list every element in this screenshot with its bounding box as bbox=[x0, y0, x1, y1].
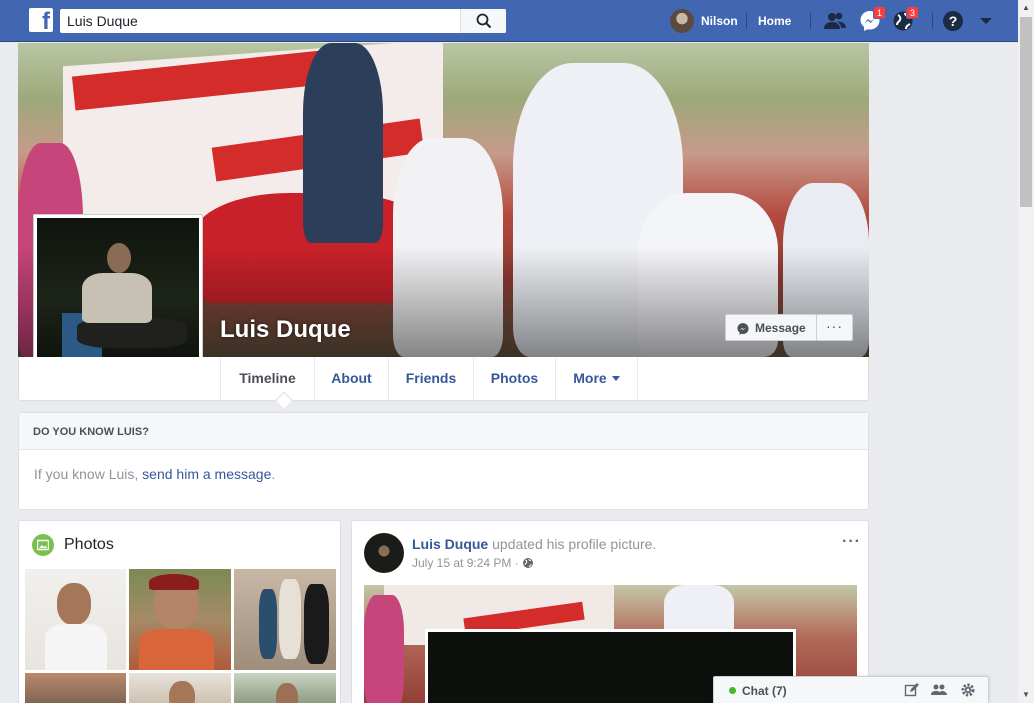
tab-friends[interactable]: Friends bbox=[388, 357, 473, 400]
globe-icon[interactable] bbox=[522, 557, 534, 569]
scroll-thumb[interactable] bbox=[1020, 17, 1032, 207]
search-icon bbox=[476, 13, 492, 29]
post-author-link[interactable]: Luis Duque bbox=[412, 536, 488, 552]
post-meta: July 15 at 9:24 PM · bbox=[412, 556, 534, 570]
messenger-icon bbox=[737, 323, 749, 335]
chat-label[interactable]: Chat (7) bbox=[742, 684, 787, 698]
nav-divider bbox=[932, 13, 933, 29]
tab-more[interactable]: More bbox=[555, 357, 638, 400]
do-you-know-prefix: If you know Luis, bbox=[34, 466, 143, 482]
facebook-logo-icon[interactable]: f bbox=[29, 8, 53, 34]
search-input[interactable] bbox=[60, 9, 458, 33]
chat-settings-gear-icon[interactable] bbox=[960, 682, 976, 698]
photo-thumbnail[interactable] bbox=[129, 569, 231, 670]
chat-sidebar-bar[interactable]: Chat (7) bbox=[713, 676, 989, 703]
photos-card: Photos bbox=[18, 520, 341, 703]
do-you-know-title: DO YOU KNOW LUIS? bbox=[19, 413, 868, 450]
post-author-avatar[interactable] bbox=[364, 533, 404, 573]
notifications-globe-icon[interactable]: 3 bbox=[891, 6, 919, 33]
post-timestamp[interactable]: July 15 at 9:24 PM bbox=[412, 556, 511, 570]
photos-icon bbox=[32, 534, 54, 556]
photos-title[interactable]: Photos bbox=[64, 536, 114, 554]
post-action-text: updated his profile picture. bbox=[488, 536, 657, 552]
post-options-button[interactable]: ··· bbox=[842, 533, 861, 551]
help-icon[interactable]: ? bbox=[941, 9, 965, 33]
do-you-know-card: DO YOU KNOW LUIS? If you know Luis, send… bbox=[18, 412, 869, 510]
scroll-down-arrow-icon[interactable]: ▼ bbox=[1018, 687, 1034, 703]
message-button[interactable]: Message bbox=[725, 314, 817, 341]
create-group-icon[interactable] bbox=[931, 682, 947, 698]
profile-head bbox=[107, 243, 131, 273]
search-button[interactable] bbox=[460, 9, 506, 33]
profile-tab-bar: Timeline About Friends Photos More bbox=[18, 357, 869, 409]
profile-options-button[interactable]: ··· bbox=[816, 314, 853, 341]
tab-about[interactable]: About bbox=[314, 357, 388, 400]
friend-requests-icon[interactable] bbox=[823, 9, 847, 33]
page-scrollbar[interactable]: ▲ ▼ bbox=[1018, 0, 1034, 703]
photo-thumbnail[interactable] bbox=[25, 673, 126, 703]
user-name-link[interactable]: Nilson bbox=[701, 14, 738, 28]
online-status-dot bbox=[729, 687, 736, 694]
photo-thumbnail[interactable] bbox=[129, 673, 231, 703]
profile-shirt bbox=[82, 273, 152, 323]
photo-thumbnail[interactable] bbox=[25, 569, 126, 670]
tab-timeline[interactable]: Timeline bbox=[220, 357, 314, 400]
do-you-know-text: If you know Luis, send him a message. bbox=[19, 450, 868, 482]
send-message-link[interactable]: send him a message bbox=[142, 466, 271, 482]
tab-photos[interactable]: Photos bbox=[473, 357, 555, 400]
profile-name[interactable]: Luis Duque bbox=[220, 316, 351, 344]
post-meta-separator: · bbox=[511, 556, 523, 570]
tab-more-label: More bbox=[573, 370, 607, 386]
do-you-know-suffix: . bbox=[271, 466, 276, 482]
photo-thumbnail[interactable] bbox=[234, 569, 336, 670]
top-navigation-bar: f Nilson Home 1 3 ? bbox=[0, 0, 1018, 42]
scroll-up-arrow-icon[interactable]: ▲ bbox=[1018, 0, 1034, 16]
message-button-label: Message bbox=[755, 321, 806, 335]
messenger-icon[interactable]: 1 bbox=[858, 6, 886, 33]
search-box bbox=[60, 9, 506, 33]
notifications-badge: 3 bbox=[905, 6, 919, 19]
post-image-person bbox=[364, 595, 404, 703]
messages-badge: 1 bbox=[872, 6, 886, 19]
svg-text:?: ? bbox=[949, 13, 958, 29]
home-link[interactable]: Home bbox=[758, 14, 791, 28]
new-message-icon[interactable] bbox=[904, 682, 920, 698]
profile-picture-image bbox=[37, 218, 199, 380]
photo-thumbnail[interactable] bbox=[234, 673, 336, 703]
post-header: Luis Duque updated his profile picture. bbox=[412, 536, 656, 552]
nav-divider bbox=[746, 13, 747, 29]
cover-person bbox=[303, 43, 383, 243]
nav-divider bbox=[810, 13, 811, 29]
account-menu-caret-icon[interactable] bbox=[974, 9, 998, 33]
user-avatar[interactable] bbox=[670, 9, 694, 33]
caret-down-icon bbox=[611, 376, 620, 381]
